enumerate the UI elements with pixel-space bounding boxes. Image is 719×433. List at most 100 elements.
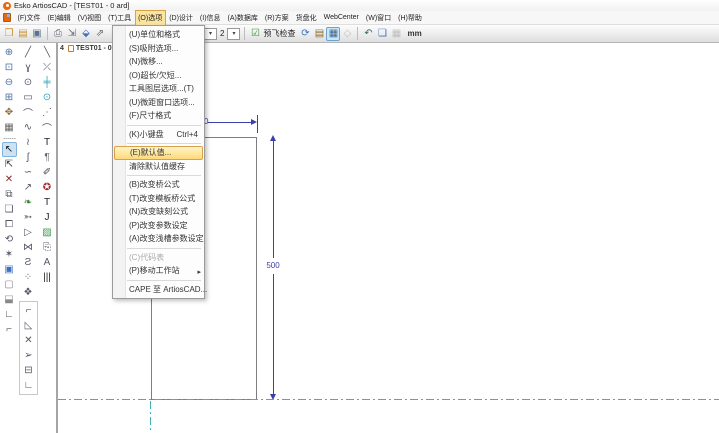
option-change-parameter-set[interactable]: (P)改变参数设定 ▸ bbox=[113, 219, 204, 233]
save-icon[interactable]: ▣ bbox=[30, 27, 44, 41]
undo-arrow-icon[interactable]: ↶ bbox=[361, 27, 375, 41]
double-curve-icon[interactable]: ≀ bbox=[21, 135, 36, 150]
stamp-tool-icon[interactable]: ✪ bbox=[40, 180, 55, 195]
zoom-in-icon[interactable]: ⊕ bbox=[2, 45, 17, 60]
grid-icon[interactable]: ▦ bbox=[389, 27, 403, 41]
board-info-icon[interactable]: ▤ bbox=[312, 27, 326, 41]
paragraph-tool-icon[interactable]: ¶ bbox=[40, 150, 55, 165]
cube-outline-icon[interactable]: ▢ bbox=[2, 277, 17, 292]
select-tool-icon[interactable]: ↖ bbox=[2, 142, 17, 157]
bezier-tool-icon[interactable]: ʃ bbox=[21, 150, 36, 165]
option-dimension-format[interactable]: (F)尺寸格式 ▸ bbox=[113, 109, 204, 123]
step-lines-icon[interactable]: ⌐ bbox=[2, 322, 17, 337]
menu-edit[interactable]: (E)编辑 bbox=[44, 10, 74, 26]
menu-window[interactable]: (W)窗口 bbox=[362, 10, 394, 26]
option-snap-options[interactable]: (S)吸附选项... ▸ bbox=[113, 42, 204, 56]
rotate-icon[interactable]: ⟲ bbox=[2, 232, 17, 247]
grow-tool-icon[interactable]: ❧ bbox=[21, 195, 36, 210]
view-mode-icon[interactable]: ▦ bbox=[2, 120, 17, 135]
text-tool-icon[interactable]: T bbox=[40, 135, 55, 150]
zoom-extents-icon[interactable]: ⊞ bbox=[2, 90, 17, 105]
option-cape-to-artioscad[interactable]: CAPE 至 ArtiosCAD... ▸ bbox=[113, 283, 204, 297]
circle-center-icon[interactable]: ⊙ bbox=[21, 75, 36, 90]
paperclip-icon[interactable]: ⎘ bbox=[40, 240, 55, 255]
menu-design[interactable]: (D)设计 bbox=[166, 10, 197, 26]
import-icon[interactable]: ⇲ bbox=[65, 27, 79, 41]
arc-start-icon[interactable]: ⌒ bbox=[40, 120, 55, 135]
monitor-icon[interactable]: ⊟ bbox=[21, 363, 36, 378]
zoom-dropdown[interactable]: ▾ bbox=[227, 28, 240, 40]
workspace-basket-icon[interactable]: ▤ bbox=[16, 27, 30, 41]
rectangle-tool-icon[interactable]: ▭ bbox=[21, 90, 36, 105]
option-oversize-undersize[interactable]: (O)超长/欠短... ▸ bbox=[113, 69, 204, 83]
option-change-nick-formula[interactable]: (N)改变缺刻公式 ▸ bbox=[113, 205, 204, 219]
select-add-icon[interactable]: ⇱ bbox=[2, 157, 17, 172]
line-angle-icon[interactable]: ɣ bbox=[21, 60, 36, 75]
option-tool-layer-options[interactable]: 工具图层选项...(T) ▸ bbox=[113, 82, 204, 96]
cube-3d-icon[interactable]: ▣ bbox=[2, 262, 17, 277]
circle-diameter-icon[interactable]: ⊙ bbox=[40, 90, 55, 105]
blend-tool-icon[interactable]: ❖ bbox=[21, 285, 36, 300]
freehand-icon[interactable]: ∽ bbox=[21, 165, 36, 180]
delete-icon[interactable]: ✕ bbox=[2, 172, 17, 187]
menu-database[interactable]: (A)数据库 bbox=[224, 10, 261, 26]
option-zoom-window-options[interactable]: (U)微距窗口选项... ▸ bbox=[113, 96, 204, 110]
rebuild-design-icon[interactable]: ⟳ bbox=[298, 27, 312, 41]
mirror-tool-icon[interactable]: ⋈ bbox=[21, 240, 36, 255]
menu-info[interactable]: (I)信息 bbox=[196, 10, 224, 26]
preflight-label[interactable]: 预飞检查 bbox=[263, 28, 295, 39]
zoom-rectangle-icon[interactable]: ⊡ bbox=[2, 60, 17, 75]
gcurve-tool-icon[interactable]: Ƨ bbox=[21, 255, 36, 270]
menu-help[interactable]: (H)帮助 bbox=[395, 10, 426, 26]
diamond-tool-icon[interactable]: ◇ bbox=[340, 27, 354, 41]
point-move-icon[interactable]: ➳ bbox=[21, 210, 36, 225]
option-mobile-workstation[interactable]: (P)移动工作站 ▸ bbox=[113, 264, 204, 278]
option-clear-defaults-cache[interactable]: 清除默认值缓存 ▸ bbox=[113, 160, 204, 174]
eyedropper-icon[interactable]: ✐ bbox=[40, 165, 55, 180]
menu-tools[interactable]: (T)工具 bbox=[105, 10, 135, 26]
triangle-tool-icon[interactable]: ▷ bbox=[21, 225, 36, 240]
folders-icon[interactable]: ❏ bbox=[375, 27, 389, 41]
plot-icon[interactable]: ⎙ bbox=[51, 27, 65, 41]
option-change-counter-parameter-set[interactable]: (A)改变浅槽参数设定 ▸ bbox=[113, 232, 204, 246]
menu-view[interactable]: (V)视图 bbox=[74, 10, 104, 26]
stair-step-icon[interactable]: ∟ bbox=[21, 378, 36, 393]
chamfer-icon[interactable]: ◺ bbox=[21, 318, 36, 333]
menu-options[interactable]: (O)选项 bbox=[135, 10, 166, 26]
open-icon[interactable]: ❐ bbox=[2, 27, 16, 41]
sequence-icon[interactable]: ✶ bbox=[2, 247, 17, 262]
layer-dropdown[interactable]: ▾ bbox=[204, 28, 217, 40]
line-tool-icon[interactable]: ╱ bbox=[21, 45, 36, 60]
option-keypad[interactable]: (K)小键盘 Ctrl+4 ▸ bbox=[113, 128, 204, 142]
nudge-points-icon[interactable]: ⁘ bbox=[21, 270, 36, 285]
ray-lines-icon[interactable]: ⋰ bbox=[40, 105, 55, 120]
preflight-check-icon[interactable]: ☑ bbox=[248, 27, 262, 41]
fold-box-icon[interactable]: ⬓ bbox=[2, 292, 17, 307]
offset-line-icon[interactable]: ╪ bbox=[40, 75, 55, 90]
zoom-out-icon[interactable]: ⊖ bbox=[2, 75, 17, 90]
direction-arrow-icon[interactable]: ➢ bbox=[21, 348, 36, 363]
text-style-icon[interactable]: T bbox=[40, 195, 55, 210]
menu-webcenter[interactable]: WebCenter bbox=[320, 11, 362, 24]
fillet-corner-icon[interactable]: ⌐ bbox=[21, 303, 36, 318]
tab-pager[interactable]: 4 bbox=[60, 45, 64, 52]
export-icon[interactable]: ⇗ bbox=[93, 27, 107, 41]
menu-file[interactable]: (F)文件 bbox=[14, 10, 44, 26]
cross-break-icon[interactable]: ✕ bbox=[21, 333, 36, 348]
line-back-icon[interactable]: ╲ bbox=[40, 45, 55, 60]
option-change-matrix-bridging-formula[interactable]: (T)改变模板桥公式 ▸ bbox=[113, 192, 204, 206]
cross-lines-icon[interactable]: ⤫ bbox=[40, 60, 55, 75]
copy-icon[interactable]: ❏ bbox=[2, 202, 17, 217]
measure-arrow-icon[interactable]: ↗ bbox=[21, 180, 36, 195]
option-code-table[interactable]: (C)代码表 ▸ bbox=[113, 251, 204, 265]
curve-tool-icon[interactable]: ∿ bbox=[21, 120, 36, 135]
move-copy-icon[interactable]: ⧠ bbox=[2, 217, 17, 232]
arc-tool-icon[interactable]: ⌒ bbox=[21, 105, 36, 120]
document-system-icon[interactable] bbox=[3, 13, 11, 22]
option-nudge[interactable]: (N)微移... ▸ bbox=[113, 55, 204, 69]
option-units-and-formats[interactable]: (U)单位和格式 ▸ bbox=[113, 28, 204, 42]
corner-lines-icon[interactable]: ∟ bbox=[2, 307, 17, 322]
pan-icon[interactable]: ✥ bbox=[2, 105, 17, 120]
italic-text-icon[interactable]: J bbox=[40, 210, 55, 225]
convert-to-3d-icon[interactable]: ⬙ bbox=[79, 27, 93, 41]
